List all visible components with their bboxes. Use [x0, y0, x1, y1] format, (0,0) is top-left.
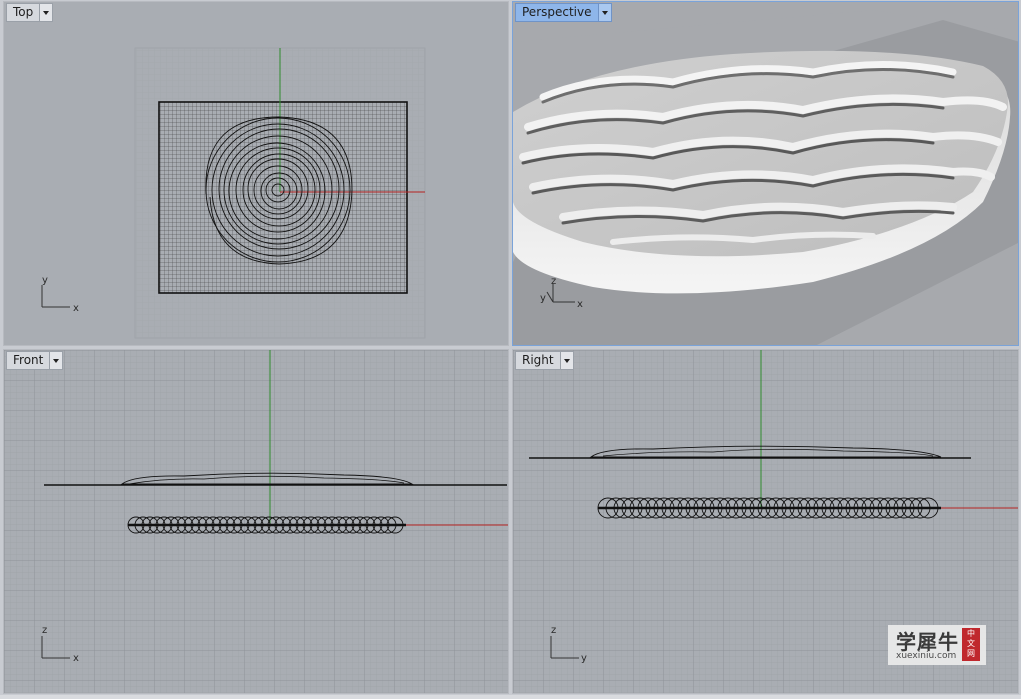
chevron-down-icon[interactable]: [597, 4, 611, 21]
chevron-down-icon[interactable]: [39, 4, 53, 21]
axis-label-x: x: [73, 303, 79, 314]
axis-gizmo-top: y x: [41, 275, 79, 314]
viewport-label-perspective[interactable]: Perspective: [515, 3, 612, 22]
axis-label-x: x: [577, 299, 583, 310]
viewport-label-right[interactable]: Right: [515, 351, 574, 370]
viewport-front[interactable]: Front z x: [3, 349, 509, 694]
axis-label-z: z: [42, 625, 47, 636]
axis-label-y: y: [540, 293, 546, 304]
viewport-tabs-bar[interactable]: [0, 695, 1021, 699]
viewport-label-top[interactable]: Top: [6, 3, 54, 22]
watermark-logo: 学犀牛 xuexiniu.com 中 文 网: [888, 625, 986, 665]
front-view-canvas: z x: [4, 350, 508, 693]
chevron-down-icon[interactable]: [559, 352, 573, 369]
surface-mesh: [159, 102, 407, 293]
construction-grid: [4, 350, 508, 693]
viewport-title: Right: [522, 353, 554, 367]
axis-label-x: x: [73, 653, 79, 664]
top-view-canvas: y x: [41, 47, 426, 339]
axis-label-y: y: [42, 275, 48, 286]
viewport-title: Front: [13, 353, 44, 367]
axis-label-z: z: [551, 276, 556, 287]
viewport-label-front[interactable]: Front: [6, 351, 64, 370]
axis-label-y: y: [581, 653, 587, 664]
watermark-badge: 中 文 网: [962, 628, 980, 661]
viewport-title: Top: [13, 5, 34, 19]
viewport-perspective[interactable]: Perspective z y x: [512, 1, 1019, 346]
chevron-down-icon[interactable]: [49, 352, 63, 369]
perspective-render: z y x: [513, 2, 1018, 345]
watermark-site: xuexiniu.com: [896, 651, 957, 661]
viewport-title: Perspective: [522, 5, 592, 19]
axis-label-z: z: [551, 625, 556, 636]
viewport-top[interactable]: Top y x: [3, 1, 509, 346]
